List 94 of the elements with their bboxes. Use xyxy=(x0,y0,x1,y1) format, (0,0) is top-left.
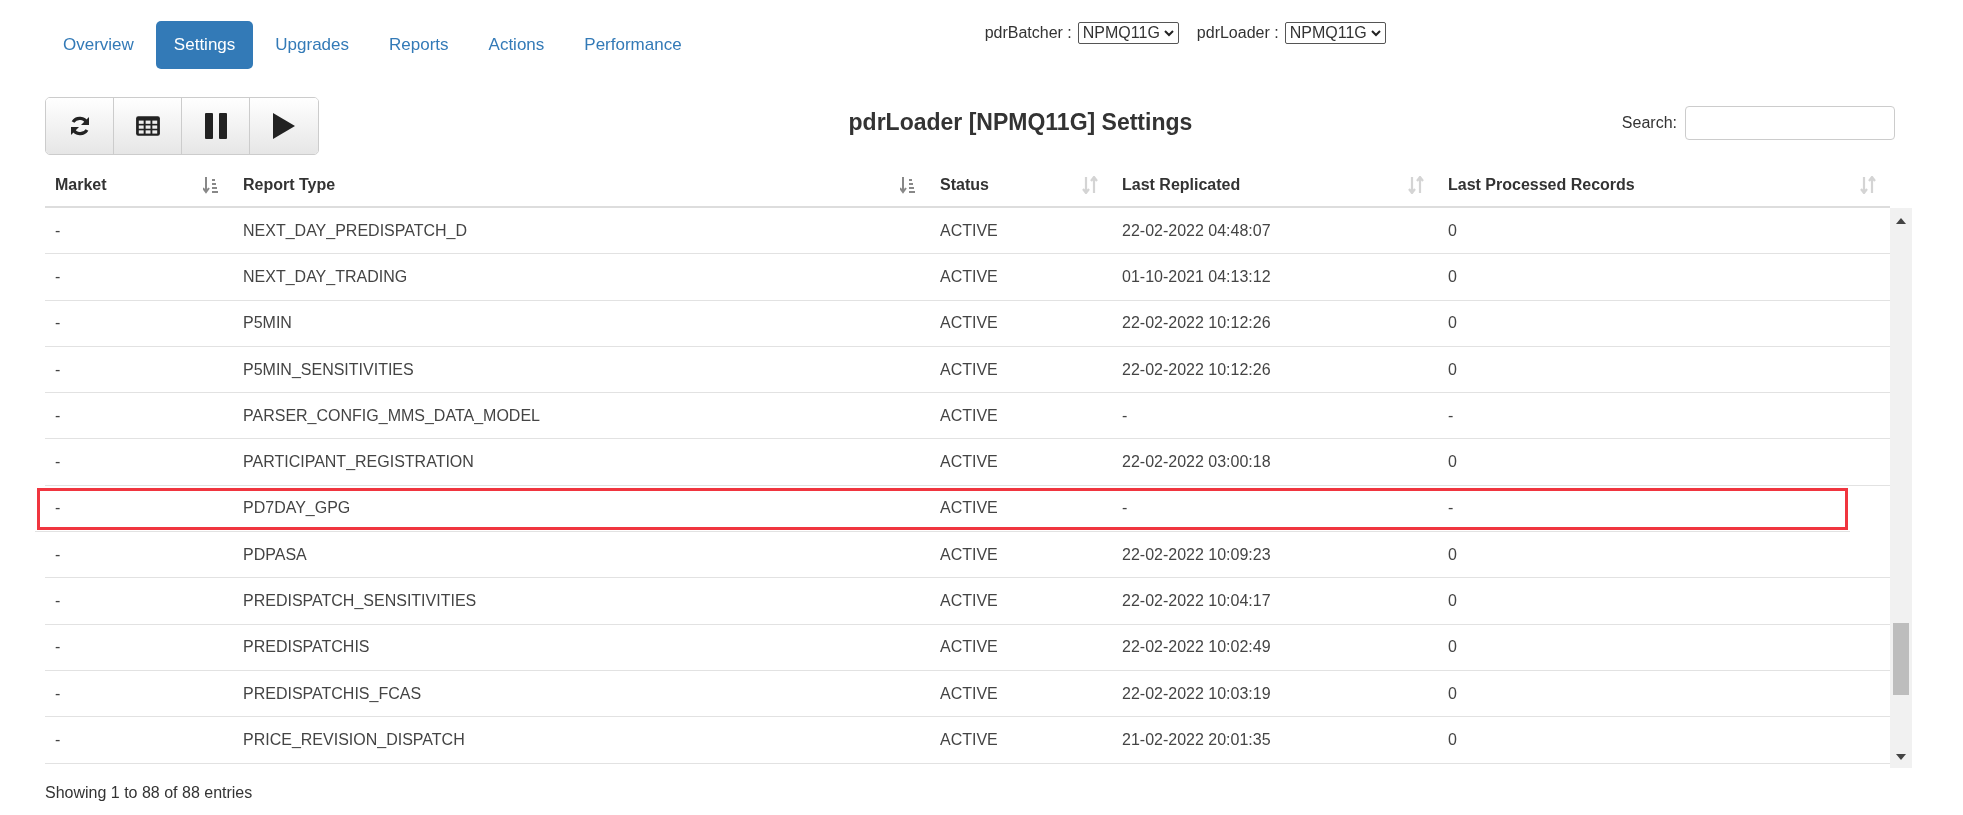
table-cell: 22-02-2022 10:03:19 xyxy=(1122,684,1271,702)
table-cell: 0 xyxy=(1448,221,1457,239)
instance-dropdown[interactable]: NPMQ11G xyxy=(1284,22,1386,44)
table-cell: 22-02-2022 10:02:49 xyxy=(1122,638,1271,656)
table-cell: - xyxy=(55,730,61,748)
table-cell: - xyxy=(55,360,61,378)
table-cell: - xyxy=(55,592,61,609)
table-cell: ACTIVE xyxy=(940,267,998,285)
table-cell: ACTIVE xyxy=(940,453,998,471)
table-cell: - xyxy=(55,638,61,656)
table-cell: ACTIVE xyxy=(940,406,998,424)
table-cell: PARSER_CONFIG_MMS_DATA_MODEL xyxy=(243,406,540,424)
search-field[interactable] xyxy=(1685,106,1895,140)
table-cell: - xyxy=(1448,499,1454,517)
table-cell: 0 xyxy=(1448,453,1457,471)
table-cell: 01-10-2021 04:13:12 xyxy=(1122,267,1271,285)
selector-label: pdrLoader : xyxy=(1196,24,1279,42)
page-title: pdrLoader [NPMQ11G] Settings xyxy=(847,108,1194,136)
column-header[interactable]: Report Type xyxy=(243,176,336,194)
column-header[interactable]: Last Processed Records xyxy=(1448,176,1635,194)
table-cell: 0 xyxy=(1448,730,1457,748)
table-cell: ACTIVE xyxy=(940,221,998,239)
table-cell: 22-02-2022 04:48:07 xyxy=(1122,221,1271,239)
nav-tab[interactable]: Settings xyxy=(155,21,254,69)
table-cell: 0 xyxy=(1448,360,1457,378)
chevron-down-icon xyxy=(1163,29,1174,37)
instance-dropdown[interactable]: NPMQ11G xyxy=(1077,22,1179,44)
table-cell: NEXT_DAY_TRADING xyxy=(243,267,408,285)
table-icon xyxy=(134,115,161,137)
scrollbar[interactable] xyxy=(1890,208,1912,768)
table-cell: PD7DAY_GPG xyxy=(243,499,351,517)
nav-tab[interactable]: Actions xyxy=(470,21,563,69)
table-cell: - xyxy=(55,684,61,702)
table-cell: 0 xyxy=(1448,592,1457,609)
table-cell: 22-02-2022 03:00:18 xyxy=(1122,453,1271,471)
pause-button[interactable] xyxy=(182,98,250,154)
column-header[interactable]: Status xyxy=(940,176,989,194)
table-cell: - xyxy=(55,314,61,332)
table-cell: ACTIVE xyxy=(940,545,998,563)
table-cell: PREDISPATCH_SENSITIVITIES xyxy=(243,592,477,609)
table-cell: - xyxy=(55,267,61,285)
scroll-up-icon[interactable] xyxy=(1896,218,1906,224)
play-button[interactable] xyxy=(250,98,318,154)
table-cell: - xyxy=(55,221,61,239)
table-cell: PDPASA xyxy=(243,545,307,563)
table-cell: ACTIVE xyxy=(940,314,998,332)
table-cell: NEXT_DAY_PREDISPATCH_D xyxy=(243,221,468,239)
sort-ascending-icon[interactable] xyxy=(203,176,219,194)
play-icon xyxy=(272,113,296,139)
table-cell: 22-02-2022 10:12:26 xyxy=(1122,314,1271,332)
table-cell: ACTIVE xyxy=(940,638,998,656)
nav-tab[interactable]: Performance xyxy=(566,21,700,69)
search-label: Search: xyxy=(1621,114,1677,132)
table-cell: PREDISPATCHIS_FCAS xyxy=(243,684,422,702)
table-cell: - xyxy=(55,406,61,424)
table-cell: PREDISPATCHIS xyxy=(243,638,370,656)
sort-ascending-icon[interactable] xyxy=(900,176,916,194)
pause-icon xyxy=(203,113,228,139)
table-cell: ACTIVE xyxy=(940,499,998,517)
table-cell: P5MIN xyxy=(243,314,292,332)
table-cell: 0 xyxy=(1448,684,1457,702)
table-cell: 0 xyxy=(1448,314,1457,332)
table-cell: - xyxy=(55,499,61,517)
selector-label: pdrBatcher : xyxy=(984,24,1072,42)
table-cell: 22-02-2022 10:12:26 xyxy=(1122,360,1271,378)
table-cell: ACTIVE xyxy=(940,730,998,748)
entries-info: Showing 1 to 88 of 88 entries xyxy=(45,784,254,802)
nav-tab[interactable]: Upgrades xyxy=(257,21,367,69)
table-cell: 0 xyxy=(1448,638,1457,656)
table-cell: 0 xyxy=(1448,267,1457,285)
table-cell: 0 xyxy=(1448,545,1457,563)
chevron-down-icon xyxy=(1370,29,1381,37)
table-cell: - xyxy=(55,453,61,471)
column-header[interactable]: Market xyxy=(55,176,107,194)
table-button[interactable] xyxy=(114,98,182,154)
refresh-button[interactable] xyxy=(46,98,114,154)
table-cell: - xyxy=(1122,499,1128,517)
table-cell: PARTICIPANT_REGISTRATION xyxy=(243,453,474,471)
nav-tab[interactable]: Reports xyxy=(371,21,467,69)
table-cell: - xyxy=(55,545,61,563)
table-cell: ACTIVE xyxy=(940,592,998,609)
nav-tab[interactable]: Overview xyxy=(45,21,152,69)
table-cell: 22-02-2022 10:04:17 xyxy=(1122,592,1271,609)
scroll-down-icon[interactable] xyxy=(1896,754,1906,760)
table-cell: - xyxy=(1122,406,1128,424)
table-cell: 21-02-2022 20:01:35 xyxy=(1122,730,1271,748)
table-cell: P5MIN_SENSITIVITIES xyxy=(243,360,414,378)
table-cell: PRICE_REVISION_DISPATCH xyxy=(243,730,465,748)
table-cell: ACTIVE xyxy=(940,684,998,702)
column-header[interactable]: Last Replicated xyxy=(1122,176,1241,194)
table-cell: ACTIVE xyxy=(940,360,998,378)
table-cell: 22-02-2022 10:09:23 xyxy=(1122,545,1271,563)
table-cell: - xyxy=(1448,406,1454,424)
scroll-thumb[interactable] xyxy=(1893,623,1909,695)
